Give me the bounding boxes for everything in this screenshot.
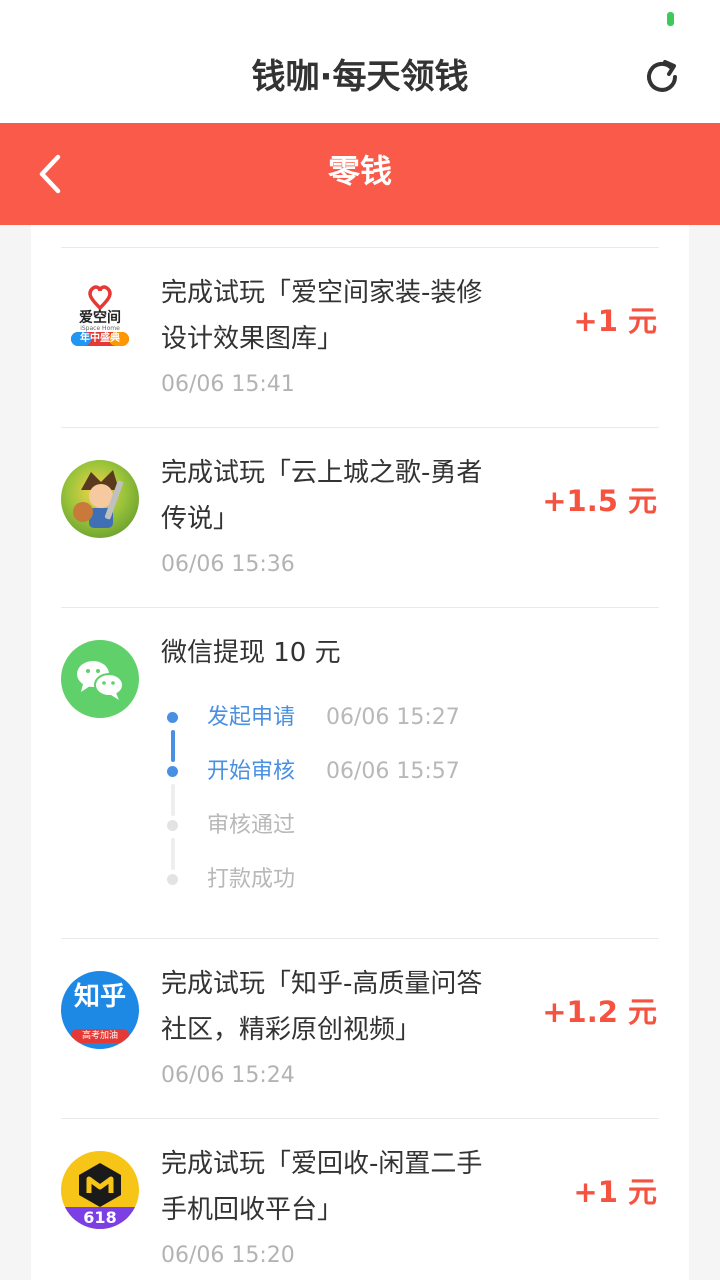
aihuishou-app-icon: 618 [61, 1151, 139, 1229]
record-title: 完成试玩「爱回收-闲置二手 手机回收平台」 [161, 1141, 521, 1233]
withdrawal-item[interactable]: 微信提现 10 元 发起申请 06/06 15:27 开始审核 06/06 15… [31, 608, 689, 938]
progress-line [171, 838, 175, 870]
records-list: 爱空间 iSpace Home 年中盛典 完成试玩「爱空间家装-装修 设计效果图… [31, 225, 689, 1280]
step-label: 发起申请 [207, 705, 296, 730]
app-title: 钱咖·每天领钱 [251, 57, 469, 97]
game-character-app-icon [61, 460, 139, 538]
record-title: 完成试玩「爱空间家装-装修 设计效果图库」 [161, 270, 521, 362]
step-time: 06/06 15:57 [326, 759, 460, 784]
page-header: 零钱 [0, 123, 720, 225]
record-time: 06/06 15:24 [161, 1063, 295, 1088]
record-time: 06/06 15:20 [161, 1243, 295, 1268]
step-label: 开始审核 [207, 759, 296, 784]
step-time: 06/06 15:27 [326, 705, 460, 730]
record-title-line: 传说」 [161, 504, 240, 534]
aikongjian-icon-badge: 年中盛典 [80, 333, 120, 344]
record-title: 完成试玩「知乎-高质量问答 社区，精彩原创视频」 [161, 961, 521, 1053]
record-amount: +1.5 元 [542, 484, 657, 518]
record-amount: +1 元 [573, 304, 657, 338]
battery-indicator-icon [667, 12, 674, 26]
progress-line [171, 784, 175, 816]
record-title-line: 设计效果图库」 [161, 324, 344, 354]
aikongjian-app-icon: 爱空间 iSpace Home 年中盛典 [61, 280, 139, 358]
record-title-line: 完成试玩「知乎-高质量问答 [161, 969, 483, 999]
zhihu-icon-text: 知乎 [73, 982, 126, 1012]
aihuishou-icon-text: 618 [83, 1208, 117, 1227]
record-time: 06/06 15:41 [161, 372, 295, 397]
page-title: 零钱 [327, 152, 392, 190]
record-title: 完成试玩「云上城之歌-勇者 传说」 [161, 450, 521, 542]
record-title-line: 完成试玩「云上城之歌-勇者 [161, 458, 483, 488]
refresh-icon[interactable] [640, 54, 686, 100]
record-title-line: 手机回收平台」 [161, 1195, 344, 1225]
record-time: 06/06 15:36 [161, 552, 295, 577]
zhihu-icon-badge: 高考加油 [71, 1029, 129, 1043]
step-label: 打款成功 [207, 867, 296, 892]
record-amount: +1 元 [573, 1175, 657, 1209]
step-dot-pending [167, 874, 178, 885]
record-title-line: 社区，精彩原创视频」 [161, 1015, 422, 1045]
progress-line [171, 730, 175, 762]
list-item[interactable]: 知乎 高考加油 完成试玩「知乎-高质量问答 社区，精彩原创视频」 06/06 1… [31, 939, 689, 1119]
step-dot-pending [167, 820, 178, 831]
step-label: 审核通过 [207, 813, 296, 838]
record-title-line: 完成试玩「爱回收-闲置二手 [161, 1149, 483, 1179]
list-item[interactable]: 618 完成试玩「爱回收-闲置二手 手机回收平台」 06/06 15:20 +1… [31, 1119, 689, 1280]
wechat-icon [61, 640, 139, 718]
zhihu-app-icon: 知乎 高考加油 [61, 971, 139, 1049]
list-item[interactable]: 完成试玩「云上城之歌-勇者 传说」 06/06 15:36 +1.5 元 [31, 428, 689, 608]
step-dot-active [167, 712, 178, 723]
step-dot-active [167, 766, 178, 777]
record-title-line: 完成试玩「爱空间家装-装修 [161, 278, 483, 308]
aikongjian-icon-text: 爱空间 [79, 310, 121, 326]
withdrawal-title: 微信提现 10 元 [161, 638, 341, 668]
app-top-bar: 钱咖·每天领钱 [0, 0, 720, 123]
record-amount: +1.2 元 [542, 995, 657, 1029]
list-item[interactable]: 爱空间 iSpace Home 年中盛典 完成试玩「爱空间家装-装修 设计效果图… [31, 248, 689, 428]
